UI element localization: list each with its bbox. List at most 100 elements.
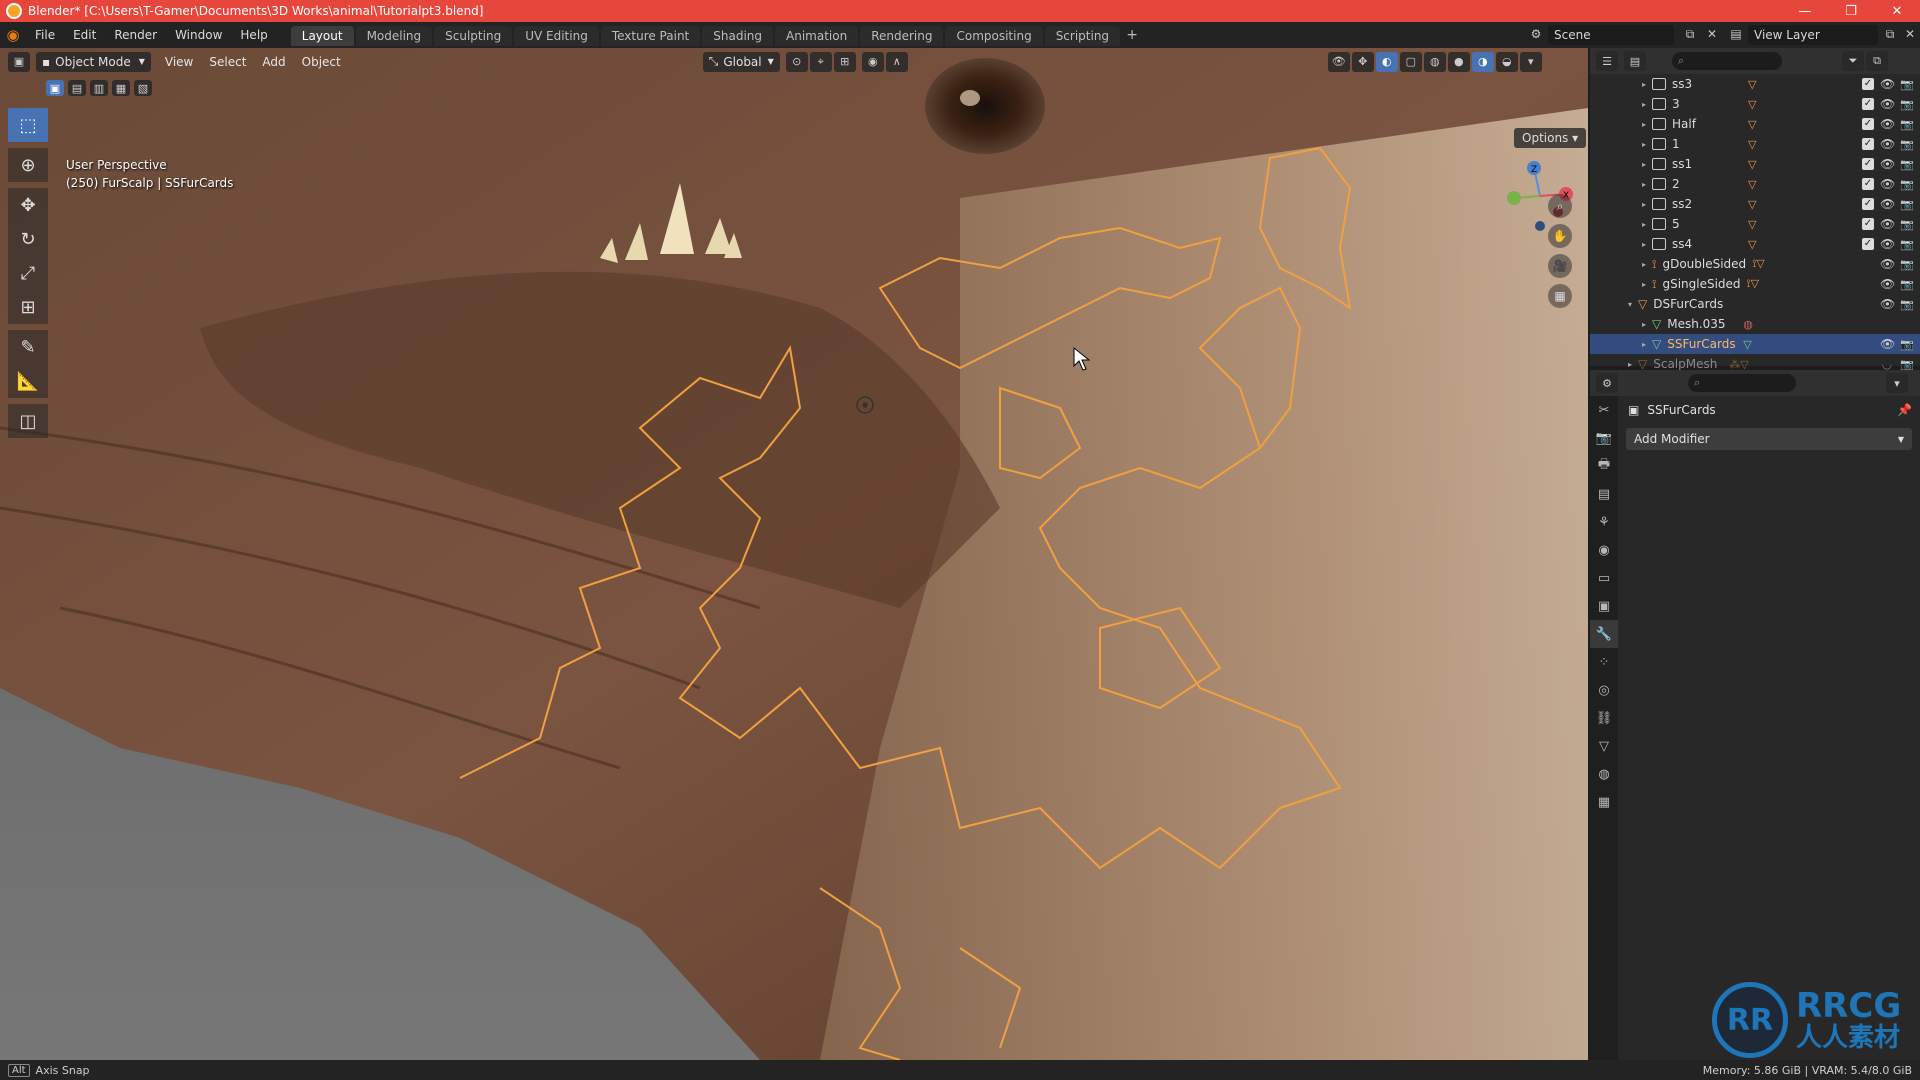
scene-icon[interactable]: ⚙	[1528, 27, 1544, 43]
camera-icon[interactable]: 📷	[1900, 338, 1914, 351]
rendered-shading-icon[interactable]: ◒	[1495, 51, 1518, 72]
editor-type-icon[interactable]: ▣	[8, 51, 30, 72]
eye-icon[interactable]: 👁	[1880, 297, 1895, 311]
viewport-menu-view[interactable]: View	[157, 52, 201, 72]
select-intersect-icon[interactable]: ▧	[134, 80, 152, 96]
minimize-button[interactable]: —	[1782, 0, 1828, 22]
select-new-icon[interactable]: ▣	[46, 80, 64, 96]
eye-icon[interactable]: 👁	[1880, 217, 1895, 231]
cursor-tool-icon[interactable]: ⊕	[8, 148, 48, 182]
transform-orientation-selector[interactable]: ⤡ Global ▼	[702, 51, 780, 72]
exclude-checkbox[interactable]: ✓	[1862, 78, 1874, 90]
select-extend-icon[interactable]: ▤	[68, 80, 86, 96]
eye-icon[interactable]: 👁	[1880, 177, 1895, 191]
view-layer-icon[interactable]: ▤	[1728, 27, 1744, 43]
navigation-gizmo[interactable]: Z X	[1500, 156, 1580, 236]
eye-closed-icon[interactable]: ◡	[1880, 357, 1894, 371]
tool-tab-icon[interactable]: ✂	[1590, 396, 1618, 424]
exclude-checkbox[interactable]: ✓	[1862, 118, 1874, 130]
outliner-row[interactable]: ▸ 5 ▽ ✓ 👁 📷	[1590, 214, 1920, 234]
properties-search-input[interactable]: ⌕	[1688, 374, 1796, 392]
gizmo-toggle-icon[interactable]: ✥	[1351, 51, 1374, 72]
select-subtract-icon[interactable]: ▥	[90, 80, 108, 96]
outliner-row[interactable]: ▸ ss1 ▽ ✓ 👁 📷	[1590, 154, 1920, 174]
tab-compositing[interactable]: Compositing	[945, 26, 1043, 46]
eye-icon[interactable]: 👁	[1880, 117, 1895, 131]
eye-icon[interactable]: 👁	[1880, 157, 1895, 171]
measure-tool-icon[interactable]: 📐	[8, 364, 48, 398]
scale-tool-icon[interactable]: ⤢	[8, 256, 48, 290]
camera-icon[interactable]: 📷	[1900, 138, 1914, 151]
menu-edit[interactable]: Edit	[64, 22, 105, 48]
exclude-checkbox[interactable]: ✓	[1862, 158, 1874, 170]
new-scene-icon[interactable]: ⧉	[1682, 27, 1698, 43]
camera-icon[interactable]: 📷	[1900, 118, 1914, 131]
exclude-checkbox[interactable]: ✓	[1862, 178, 1874, 190]
scene-selector[interactable]: Scene	[1548, 25, 1674, 45]
outliner-row[interactable]: ▸ Half ▽ ✓ 👁 📷	[1590, 114, 1920, 134]
data-tab-icon[interactable]: ▽	[1590, 732, 1618, 760]
camera-icon[interactable]: 📷	[1900, 78, 1914, 91]
new-collection-icon[interactable]: ⧉	[1866, 51, 1888, 71]
viewport-menu-object[interactable]: Object	[294, 52, 349, 72]
eye-icon[interactable]: 👁	[1880, 237, 1895, 251]
texture-tab-icon[interactable]: ▦	[1590, 788, 1618, 816]
solid-shading-icon[interactable]: ●	[1447, 51, 1470, 72]
eye-icon[interactable]: 👁	[1880, 257, 1895, 271]
move-tool-icon[interactable]: ✥	[8, 188, 48, 222]
material-tab-icon[interactable]: ◍	[1590, 760, 1618, 788]
proportional-editing-icon[interactable]: ◉	[861, 51, 884, 72]
tab-shading[interactable]: Shading	[702, 26, 773, 46]
eye-icon[interactable]: 👁	[1880, 277, 1895, 291]
menu-window[interactable]: Window	[166, 22, 231, 48]
new-view-layer-icon[interactable]: ⧉	[1882, 27, 1898, 43]
exclude-checkbox[interactable]: ✓	[1862, 138, 1874, 150]
object-tab-icon[interactable]: ▣	[1590, 592, 1618, 620]
viewport-menu-add[interactable]: Add	[254, 52, 293, 72]
rotate-tool-icon[interactable]: ↻	[8, 222, 48, 256]
tab-rendering[interactable]: Rendering	[860, 26, 944, 46]
xray-icon[interactable]: ▢	[1399, 51, 1422, 72]
3d-viewport[interactable]: ▣ ▪ Object Mode ▼ View Select Add Object…	[0, 48, 1588, 1060]
output-tab-icon[interactable]: 🖶	[1590, 452, 1618, 480]
tab-uv-editing[interactable]: UV Editing	[514, 26, 599, 46]
add-workspace-button[interactable]: +	[1122, 26, 1142, 46]
camera-icon[interactable]: 📷	[1900, 178, 1914, 191]
eye-icon[interactable]: 👁	[1880, 97, 1895, 111]
constraints-tab-icon[interactable]: ⛓	[1590, 704, 1618, 732]
outliner-row[interactable]: ▸ 1 ▽ ✓ 👁 📷	[1590, 134, 1920, 154]
outliner-search-input[interactable]: ⌕	[1672, 52, 1782, 70]
outliner-row-selected[interactable]: ▸ ▽ SSFurCards ▽ 👁 📷	[1590, 334, 1920, 354]
menu-file[interactable]: File	[26, 22, 64, 48]
world-tab-icon[interactable]: ◉	[1590, 536, 1618, 564]
overlays-icon[interactable]: ◐	[1375, 51, 1398, 72]
tab-animation[interactable]: Animation	[775, 26, 859, 46]
wireframe-shading-icon[interactable]: ◍	[1423, 51, 1446, 72]
exclude-checkbox[interactable]: ✓	[1862, 98, 1874, 110]
outliner-row[interactable]: ▸ ss2 ▽ ✓ 👁 📷	[1590, 194, 1920, 214]
material-shading-icon[interactable]: ◑	[1471, 51, 1494, 72]
options-dropdown[interactable]: Options ▾	[1514, 128, 1587, 148]
eye-icon[interactable]: 👁	[1880, 197, 1895, 211]
eye-icon[interactable]: 👁	[1880, 137, 1895, 151]
eye-icon[interactable]: 👁	[1880, 337, 1895, 351]
remove-view-layer-icon[interactable]: ✕	[1902, 27, 1918, 43]
add-cube-tool-icon[interactable]: ◫	[8, 404, 48, 438]
outliner-row[interactable]: ▸ ⟟ gSingleSided ⟟▽ 👁 📷	[1590, 274, 1920, 294]
viewport-menu-select[interactable]: Select	[201, 52, 254, 72]
tab-texture-paint[interactable]: Texture Paint	[600, 26, 701, 46]
annotate-tool-icon[interactable]: ✎	[8, 330, 48, 364]
outliner-row[interactable]: ▸ 2 ▽ ✓ 👁 📷	[1590, 174, 1920, 194]
exclude-checkbox[interactable]: ✓	[1862, 198, 1874, 210]
tab-modeling[interactable]: Modeling	[355, 26, 433, 46]
filter-icon[interactable]: ⏷	[1842, 51, 1864, 71]
view-layer-selector[interactable]: View Layer	[1748, 25, 1878, 45]
pin-icon[interactable]: 📌	[1897, 403, 1912, 417]
properties-editor-type-icon[interactable]: ⚙	[1596, 373, 1618, 393]
falloff-icon[interactable]: ∧	[885, 51, 908, 72]
close-button[interactable]: ✕	[1874, 0, 1920, 22]
camera-icon[interactable]: 📷	[1900, 158, 1914, 171]
eye-icon[interactable]: 👁	[1880, 77, 1895, 91]
outliner-row[interactable]: ▸ ss4 ▽ ✓ 👁 📷	[1590, 234, 1920, 254]
camera-icon[interactable]: 📷	[1900, 218, 1914, 231]
